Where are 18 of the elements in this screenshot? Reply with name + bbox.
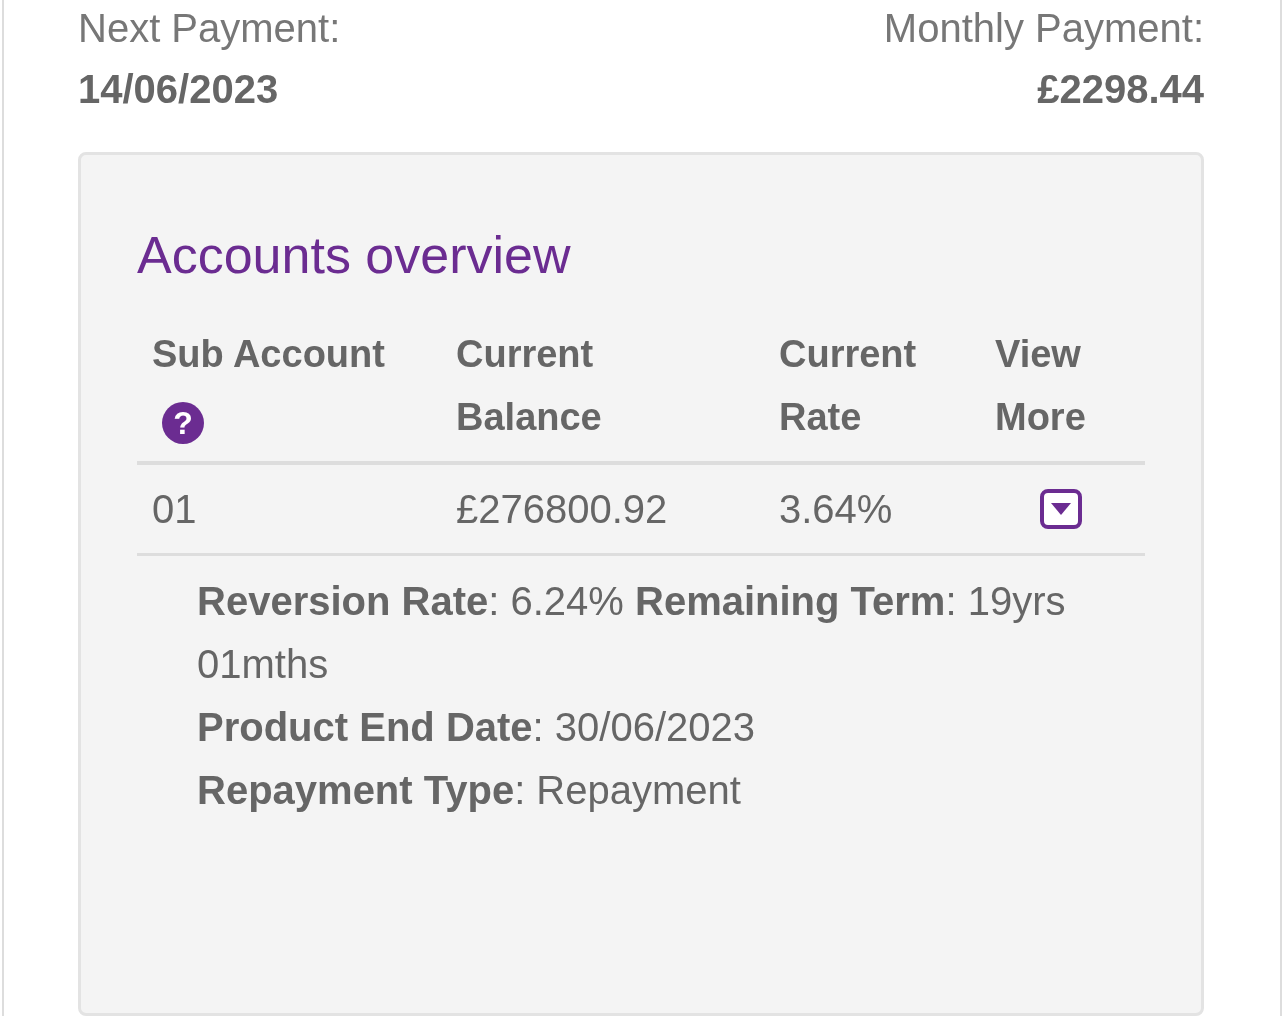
payment-value: 14/06/2023 xyxy=(78,66,279,113)
table-cell-text: 01 xyxy=(152,486,197,533)
column-header: Current Balance xyxy=(456,333,602,438)
table-cell-text: 3.64% xyxy=(779,486,893,533)
detail-text: Repayment Type: Repayment xyxy=(197,767,742,814)
payment-label: Next Payment: xyxy=(78,5,341,52)
table-cell-text: £276800.92 xyxy=(456,486,668,533)
detail-text: Product End Date: 30/06/2023 xyxy=(197,704,756,751)
help-icon[interactable]: ? xyxy=(162,402,204,444)
column-header: View More xyxy=(995,333,1086,438)
detail-text: Reversion Rate: 6.24% Remaining Term: 19yrs 01mths xyxy=(197,578,1067,688)
expand-toggle[interactable] xyxy=(1040,489,1082,529)
column-header: Sub Account xyxy=(152,333,385,375)
section-title: Accounts overview xyxy=(137,225,572,285)
column-header: Current Rate xyxy=(779,333,917,438)
caret-icon xyxy=(1050,502,1072,516)
payment-label: Monthly Payment: xyxy=(883,5,1204,52)
payment-value: £2298.44 xyxy=(1037,66,1204,113)
